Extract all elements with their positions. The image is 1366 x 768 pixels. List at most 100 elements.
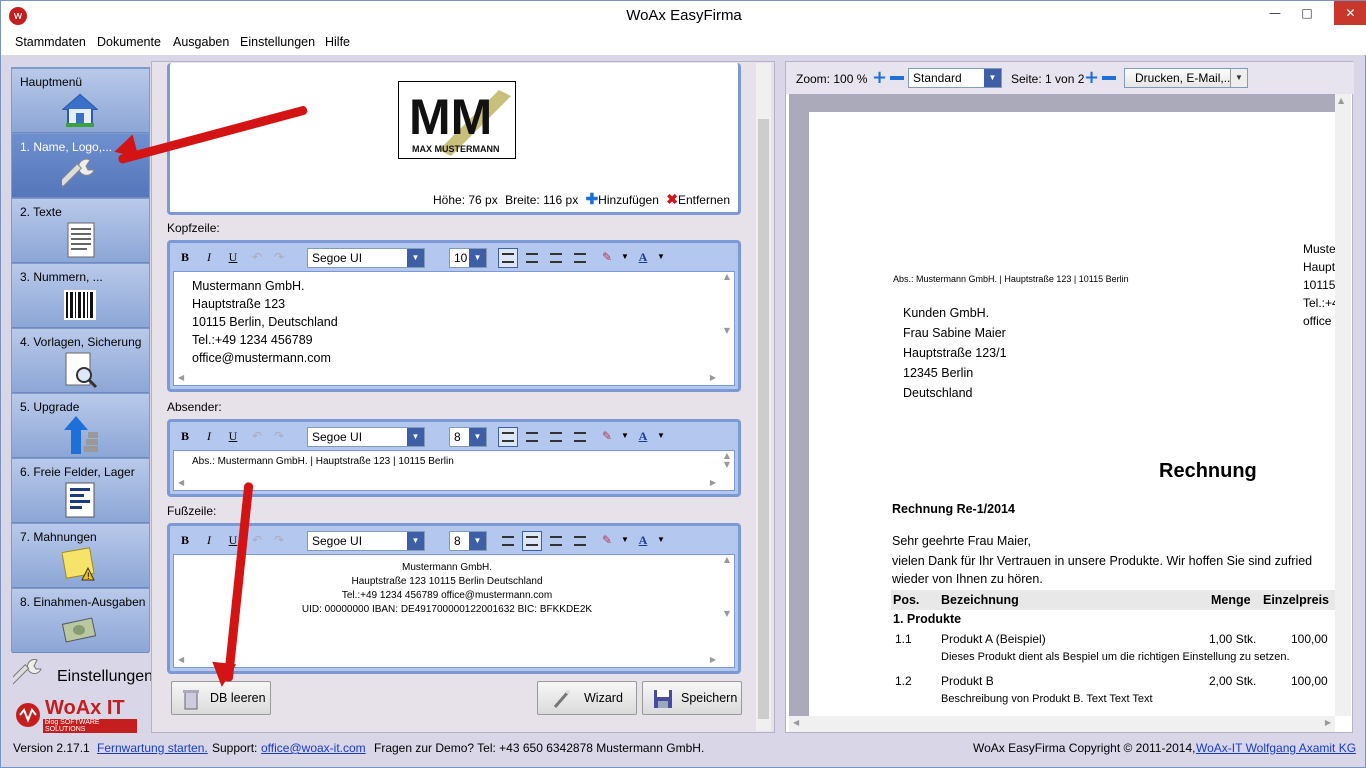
- invoice-page: Abs.: Mustermann GmbH. | Hauptstraße 123…: [809, 112, 1335, 716]
- page-next-icon[interactable]: +: [1084, 67, 1099, 88]
- house-icon: [62, 93, 98, 127]
- trash-icon: [183, 690, 199, 710]
- underline-button[interactable]: U: [224, 427, 242, 445]
- sidebar-item-einnahmen[interactable]: 8. Einahmen-Ausgaben: [12, 589, 149, 653]
- company-link[interactable]: WoAx-IT Wolfgang Axamit KG: [1196, 741, 1356, 755]
- bold-button[interactable]: B: [176, 531, 194, 549]
- zoom-in-icon[interactable]: +: [872, 67, 887, 88]
- sidebar-item-hauptmenu[interactable]: Hauptmenü: [12, 69, 149, 133]
- absender-textarea[interactable]: Abs.: Mustermann GmbH. | Hauptstraße 123…: [173, 450, 735, 491]
- menu-ausgaben[interactable]: Ausgaben: [173, 35, 229, 49]
- undo-icon[interactable]: ↶: [248, 427, 266, 445]
- fusszeile-editor: B I U ↶ ↷ Segoe UI ▼ 8 ▼ ✎ ▼ A ▼ Musterman…: [167, 523, 741, 674]
- edit-panel-scrollbar[interactable]: [756, 63, 771, 731]
- remote-support-link[interactable]: Fernwartung starten.: [97, 741, 208, 755]
- font-size-select[interactable]: 8 ▼: [449, 531, 487, 551]
- font-family-select[interactable]: Segoe UI ▼: [307, 427, 425, 447]
- text-line: Hauptstraße 123 10115 Berlin Deutschland: [351, 576, 543, 587]
- close-icon[interactable]: ✕: [1334, 1, 1366, 25]
- redo-icon[interactable]: ↷: [270, 531, 288, 549]
- align-right-button[interactable]: [546, 248, 566, 268]
- bold-button[interactable]: B: [176, 427, 194, 445]
- align-justify-button[interactable]: [570, 248, 590, 268]
- wizard-button[interactable]: Wizard: [537, 681, 637, 715]
- sidebar-item-mahnungen[interactable]: 7. Mahnungen !: [12, 524, 149, 588]
- undo-icon[interactable]: ↶: [248, 248, 266, 266]
- highlight-icon[interactable]: ✎: [598, 427, 616, 445]
- align-justify-button[interactable]: [570, 531, 590, 551]
- vertical-scrollbar[interactable]: ▲ ▼: [720, 555, 734, 655]
- chevron-down-icon[interactable]: ▼: [616, 427, 634, 445]
- absender-label: Absender:: [167, 400, 222, 414]
- fusszeile-textarea[interactable]: Mustermann GmbH. Hauptstraße 123 10115 B…: [173, 554, 735, 668]
- font-size-select[interactable]: 8 ▼: [449, 427, 487, 447]
- preview-vertical-scrollbar[interactable]: ▲: [1335, 94, 1351, 716]
- settings-link[interactable]: Einstellungen: [11, 656, 153, 692]
- chevron-down-icon[interactable]: ▼: [616, 248, 634, 266]
- align-left-button[interactable]: [498, 248, 518, 268]
- text-line: Tel.:+49 1234 456789 office@mustermann.c…: [341, 590, 553, 601]
- highlight-icon[interactable]: ✎: [598, 531, 616, 549]
- view-mode-select[interactable]: Standard ▼: [908, 68, 1002, 88]
- vertical-scrollbar[interactable]: ▲ ▼: [720, 272, 734, 373]
- font-family-select[interactable]: Segoe UI ▼: [307, 248, 425, 268]
- align-center-button[interactable]: [522, 531, 542, 551]
- italic-button[interactable]: I: [200, 248, 218, 266]
- chevron-down-icon[interactable]: ▼: [652, 427, 670, 445]
- align-right-button[interactable]: [546, 531, 566, 551]
- font-size-select[interactable]: 10 ▼: [449, 248, 487, 268]
- text-line: 10115 Berlin, Deutschland: [192, 315, 338, 329]
- remove-logo-button[interactable]: Entfernen: [678, 193, 730, 207]
- wrench-icon: [62, 158, 95, 188]
- align-left-button[interactable]: [498, 427, 518, 447]
- redo-icon[interactable]: ↷: [270, 248, 288, 266]
- undo-icon[interactable]: ↶: [248, 531, 266, 549]
- redo-icon[interactable]: ↷: [270, 427, 288, 445]
- align-left-button[interactable]: [498, 531, 518, 551]
- sidebar-item-upgrade[interactable]: 5. Upgrade: [12, 394, 149, 458]
- sidebar-item-nummern[interactable]: 3. Nummern, ...: [12, 264, 149, 328]
- vertical-scrollbar[interactable]: ▲ ▼: [720, 451, 734, 478]
- chevron-down-icon[interactable]: ▼: [652, 531, 670, 549]
- horizontal-scrollbar[interactable]: ◀ ▶: [174, 655, 734, 667]
- font-color-icon[interactable]: A: [634, 531, 652, 549]
- sidebar-item-vorlagen[interactable]: 4. Vorlagen, Sicherung: [12, 329, 149, 393]
- menu-einstellungen[interactable]: Einstellungen: [240, 35, 315, 49]
- maximize-icon[interactable]: □: [1291, 1, 1323, 25]
- horizontal-scrollbar[interactable]: ◀ ▶: [174, 478, 734, 490]
- sidebar-item-freie-felder[interactable]: 6. Freie Felder, Lager: [12, 459, 149, 523]
- page-prev-icon[interactable]: [1102, 76, 1116, 80]
- chevron-down-icon[interactable]: ▼: [652, 248, 670, 266]
- align-right-button[interactable]: [546, 427, 566, 447]
- save-button[interactable]: Speichern: [642, 681, 742, 715]
- remove-icon: ✖: [666, 191, 678, 207]
- font-family-select[interactable]: Segoe UI ▼: [307, 531, 425, 551]
- font-color-icon[interactable]: A: [634, 427, 652, 445]
- kopfzeile-textarea[interactable]: Mustermann GmbH. Hauptstraße 123 10115 B…: [173, 271, 735, 386]
- underline-button[interactable]: U: [224, 248, 242, 266]
- sidebar-item-texte[interactable]: 2. Texte: [12, 199, 149, 263]
- support-email-link[interactable]: office@woax-it.com: [261, 741, 366, 755]
- align-center-button[interactable]: [522, 427, 542, 447]
- horizontal-scrollbar[interactable]: ◀ ▶: [174, 373, 734, 385]
- print-email-select[interactable]: Drucken, E-Mail,... ▼: [1124, 68, 1248, 88]
- preview-horizontal-scrollbar[interactable]: ◀ ▶: [789, 716, 1335, 732]
- menu-dokumente[interactable]: Dokumente: [97, 35, 161, 49]
- chevron-down-icon[interactable]: ▼: [616, 531, 634, 549]
- col-desc: Bezeichnung: [941, 593, 1019, 607]
- highlight-icon[interactable]: ✎: [598, 248, 616, 266]
- italic-button[interactable]: I: [200, 531, 218, 549]
- demo-info: Fragen zur Demo? Tel: +43 650 6342878 Mu…: [374, 741, 705, 755]
- add-logo-button[interactable]: Hinzufügen: [598, 193, 659, 207]
- align-center-button[interactable]: [522, 248, 542, 268]
- minimize-icon[interactable]: —: [1259, 1, 1291, 25]
- sidebar-item-label: 7. Mahnungen: [20, 530, 97, 544]
- italic-button[interactable]: I: [200, 427, 218, 445]
- font-color-icon[interactable]: A: [634, 248, 652, 266]
- zoom-out-icon[interactable]: [890, 76, 904, 80]
- bold-button[interactable]: B: [176, 248, 194, 266]
- table-row: 1.1 Produkt A (Beispiel) 1,00 Stk. 100,0…: [895, 632, 1328, 663]
- menu-stammdaten[interactable]: Stammdaten: [15, 35, 86, 49]
- align-justify-button[interactable]: [570, 427, 590, 447]
- menu-hilfe[interactable]: Hilfe: [325, 35, 350, 49]
